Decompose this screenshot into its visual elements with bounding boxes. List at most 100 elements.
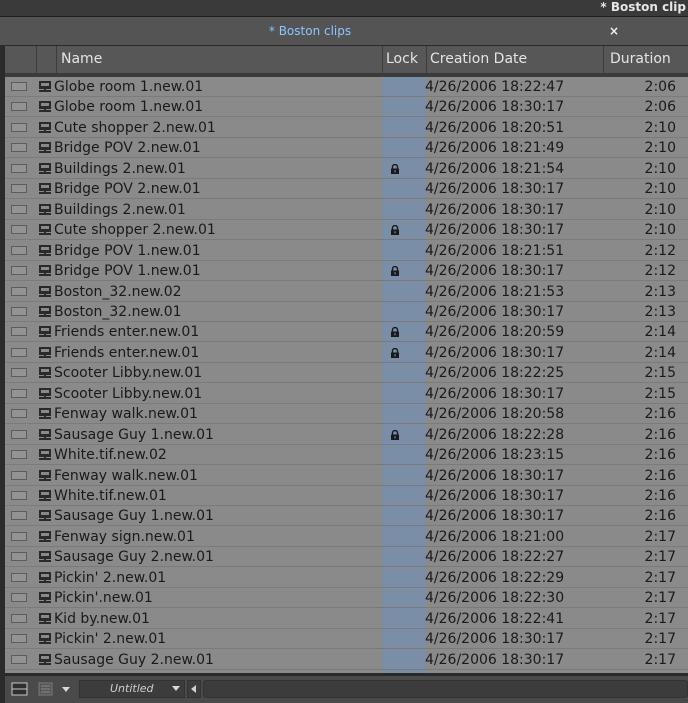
table-row[interactable]: Boston_32.new.02 4/26/2006 18:21:53 2:13 bbox=[5, 282, 688, 302]
table-row[interactable]: Sausage Guy 1.new.01 4/26/2006 18:30:17 2:… bbox=[5, 506, 688, 527]
row-select-box[interactable] bbox=[11, 654, 27, 664]
row-select-box[interactable] bbox=[11, 450, 27, 460]
clip-icon bbox=[39, 612, 51, 624]
header-name[interactable]: Name bbox=[57, 46, 383, 73]
table-row[interactable]: Bridge POV 2.new.01 4/26/2006 18:21:49 2:1… bbox=[5, 138, 688, 159]
row-select-box[interactable] bbox=[11, 163, 27, 173]
lock-icon bbox=[391, 266, 399, 277]
row-select-box[interactable] bbox=[11, 184, 27, 194]
row-select-box[interactable] bbox=[11, 245, 27, 255]
row-select-box[interactable] bbox=[11, 266, 27, 276]
creation-date: 4/26/2006 18:20:59 bbox=[425, 324, 565, 341]
header-lock[interactable]: Lock bbox=[383, 46, 427, 73]
row-select-box[interactable] bbox=[11, 634, 27, 644]
row-select-box[interactable] bbox=[11, 531, 27, 541]
header-creation-date[interactable]: Creation Date bbox=[427, 46, 604, 73]
row-select-box[interactable] bbox=[11, 122, 27, 132]
clip-duration: 2:17 bbox=[644, 651, 676, 668]
clip-name: Pickin'.new.01 bbox=[54, 590, 153, 607]
row-select-box[interactable] bbox=[11, 102, 27, 112]
table-row[interactable]: Sausage Guy 2.new.01 4/26/2006 18:30:17 2:… bbox=[5, 650, 688, 670]
row-select-box[interactable] bbox=[11, 327, 27, 337]
table-row[interactable]: Buildings 2.new.01 4/26/2006 18:21:54 2:10 bbox=[5, 159, 688, 179]
row-select-box[interactable] bbox=[11, 409, 27, 419]
row-select-box[interactable] bbox=[11, 429, 27, 439]
table-row[interactable]: Buildings 2.new.01 4/26/2006 18:30:17 2:10 bbox=[5, 200, 688, 220]
clip-duration: 2:15 bbox=[644, 385, 676, 402]
row-select-box[interactable] bbox=[11, 491, 27, 500]
column-header: Name Lock Creation Date Duration bbox=[5, 46, 688, 75]
row-select-box[interactable] bbox=[11, 470, 27, 480]
lock-icon bbox=[391, 429, 399, 440]
creation-date: 4/26/2006 18:22:30 bbox=[425, 590, 565, 607]
clip-icon bbox=[39, 244, 51, 256]
table-row[interactable]: Fenway walk.new.01 4/26/2006 18:20:58 2:16 bbox=[5, 404, 688, 425]
table-row[interactable]: Pickin' 2.new.01 4/26/2006 18:22:29 2:17 bbox=[5, 568, 688, 588]
bin-view-name: Untitled bbox=[110, 682, 154, 695]
scroll-left-button[interactable] bbox=[187, 680, 201, 698]
table-row[interactable]: Boston_32.new.01 4/26/2006 18:30:17 2:13 bbox=[5, 302, 688, 322]
row-select-box[interactable] bbox=[11, 552, 27, 562]
row-select-box[interactable] bbox=[11, 82, 27, 91]
bin-view-selector[interactable]: Untitled bbox=[79, 680, 185, 698]
row-select-box[interactable] bbox=[11, 593, 27, 603]
clip-icon bbox=[39, 142, 51, 154]
clip-icon bbox=[39, 305, 51, 317]
header-icon-column[interactable] bbox=[37, 46, 57, 73]
clip-name: Pickin' 2.new.01 bbox=[54, 569, 167, 586]
clip-name: Friends enter.new.01 bbox=[54, 324, 200, 341]
creation-date: 4/26/2006 18:22:29 bbox=[425, 569, 565, 586]
clip-duration: 2:10 bbox=[644, 119, 676, 136]
table-row[interactable]: White.tif.new.01 4/26/2006 18:30:17 2:16 bbox=[5, 486, 688, 506]
text-view-button[interactable] bbox=[35, 680, 57, 698]
clip-duration: 2:16 bbox=[644, 508, 676, 525]
row-select-box[interactable] bbox=[11, 368, 27, 378]
clip-name: Cute shopper 2.new.01 bbox=[54, 119, 216, 136]
bin-tab-title[interactable]: * Boston clips bbox=[0, 17, 620, 45]
horizontal-scrollbar[interactable] bbox=[203, 680, 688, 698]
creation-date: 4/26/2006 18:22:28 bbox=[425, 426, 565, 443]
window-title-bar: * Boston clip bbox=[0, 0, 688, 17]
table-row[interactable]: Cute shopper 2.new.01 4/26/2006 18:30:17 2… bbox=[5, 220, 688, 241]
row-select-box[interactable] bbox=[11, 572, 27, 582]
table-row[interactable]: Cute shopper 2.new.01 4/26/2006 18:20:51 2… bbox=[5, 118, 688, 138]
table-row[interactable]: Sausage Guy 2.new.01 4/26/2006 18:22:27 2:… bbox=[5, 547, 688, 568]
table-row[interactable]: Friends enter.new.01 4/26/2006 18:30:17 2:… bbox=[5, 343, 688, 363]
frame-view-button[interactable] bbox=[9, 680, 31, 698]
clip-icon bbox=[39, 346, 51, 358]
lock-icon bbox=[391, 163, 399, 174]
header-select-column[interactable] bbox=[5, 46, 37, 73]
bin-menu-button[interactable] bbox=[59, 680, 75, 698]
table-row[interactable]: Bridge POV 1.new.01 4/26/2006 18:21:51 2:1… bbox=[5, 241, 688, 261]
table-row[interactable]: Pickin'.new.01 4/26/2006 18:22:30 2:17 bbox=[5, 588, 688, 609]
table-row[interactable]: Pickin' 2.new.01 4/26/2006 18:30:17 2:17 bbox=[5, 629, 688, 650]
row-select-box[interactable] bbox=[11, 388, 27, 398]
table-row[interactable]: Friends enter.new.01 4/26/2006 18:20:59 2:… bbox=[5, 322, 688, 343]
row-select-box[interactable] bbox=[11, 306, 27, 316]
table-row[interactable]: Fenway sign.new.01 4/26/2006 18:21:00 2:17 bbox=[5, 527, 688, 547]
row-select-box[interactable] bbox=[11, 286, 27, 296]
table-row[interactable]: Globe room 1.new.01 4/26/2006 18:22:47 2:0… bbox=[5, 77, 688, 97]
row-select-box[interactable] bbox=[11, 511, 27, 521]
row-select-box[interactable] bbox=[11, 204, 27, 214]
table-row[interactable]: Bridge POV 2.new.01 4/26/2006 18:30:17 2:1… bbox=[5, 179, 688, 200]
row-select-box[interactable] bbox=[11, 613, 27, 623]
creation-date: 4/26/2006 18:30:17 bbox=[425, 488, 565, 504]
close-tab-button[interactable]: × bbox=[604, 23, 624, 39]
header-duration[interactable]: Duration bbox=[604, 46, 688, 73]
table-row[interactable]: Scooter Libby.new.01 4/26/2006 18:30:17 2:… bbox=[5, 384, 688, 404]
table-row[interactable]: Sausage Guy 1.new.01 4/26/2006 18:22:28 2:… bbox=[5, 425, 688, 445]
clip-icon bbox=[39, 449, 51, 461]
clip-name: Buildings 2.new.01 bbox=[54, 160, 186, 177]
table-row[interactable]: Kid by.new.01 4/26/2006 18:22:41 2:17 bbox=[5, 609, 688, 629]
table-row[interactable]: Bridge POV 1.new.01 4/26/2006 18:30:17 2:1… bbox=[5, 261, 688, 282]
row-select-box[interactable] bbox=[11, 225, 27, 235]
row-select-box[interactable] bbox=[11, 143, 27, 153]
table-row[interactable]: Scooter Libby.new.01 4/26/2006 18:22:25 2:… bbox=[5, 363, 688, 384]
table-row[interactable]: Globe room 1.new.01 4/26/2006 18:30:17 2:0… bbox=[5, 97, 688, 118]
clip-name: Bridge POV 2.new.01 bbox=[54, 140, 201, 157]
row-select-box[interactable] bbox=[11, 347, 27, 357]
table-row[interactable]: Fenway walk.new.01 4/26/2006 18:30:17 2:16 bbox=[5, 466, 688, 486]
clip-icon bbox=[39, 653, 51, 665]
table-row[interactable]: White.tif.new.02 4/26/2006 18:23:15 2:16 bbox=[5, 445, 688, 466]
